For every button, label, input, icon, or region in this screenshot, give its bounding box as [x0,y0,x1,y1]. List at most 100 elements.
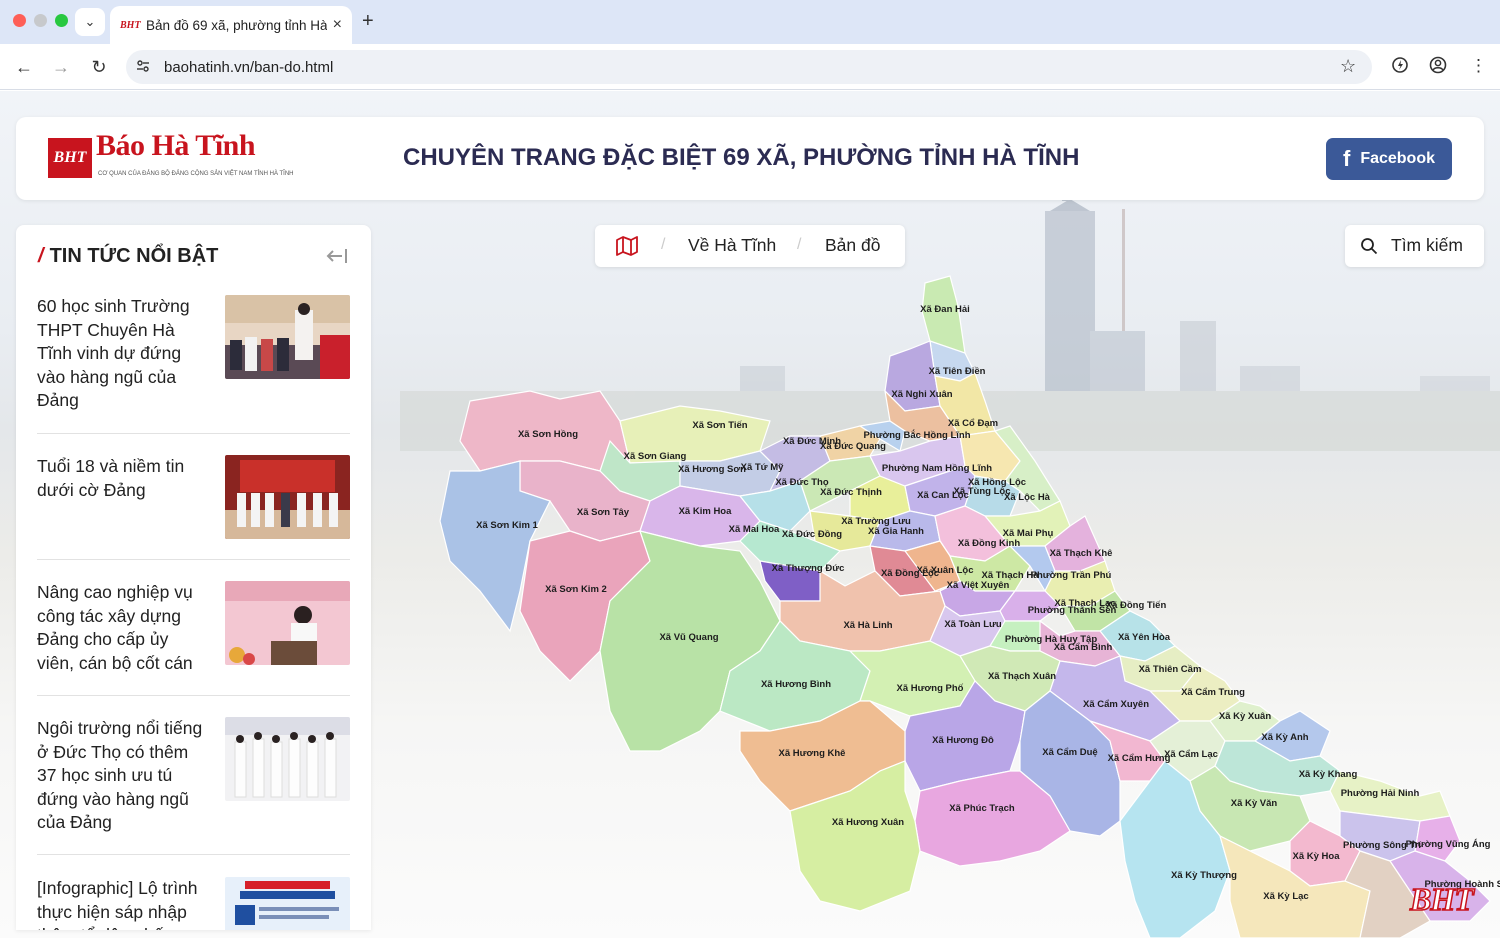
news-item[interactable]: Nâng cao nghiệp vụ công tác xây dựng Đản… [37,581,350,696]
map-region-label[interactable]: Xã Sơn Hồng [518,429,578,440]
map-region-label[interactable]: Xã Hà Linh [843,620,892,631]
map-region-label[interactable]: Xã Tứ Mỹ [741,462,784,473]
map-icon[interactable] [615,236,639,261]
profile-icon[interactable] [1429,56,1447,79]
map-region-label[interactable]: Xã Kỳ Lạc [1263,891,1308,902]
search-button[interactable]: Tìm kiếm [1345,225,1484,267]
site-settings-icon[interactable] [136,59,150,76]
forward-icon[interactable]: → [48,54,74,80]
page-content: Xã Đan Hải Xã Tiên Điền Xã Nghi Xuân Xã Cổ … [0,91,1500,938]
close-window-button[interactable] [13,14,26,27]
map-region-label[interactable]: Xã Sơn Kim 1 [476,520,538,531]
map-region-label[interactable]: Xã Đồng Kinh [958,538,1020,549]
map-region-label[interactable]: Xã Kỳ Thượng [1171,870,1237,881]
maximize-window-button[interactable] [55,14,68,27]
tab-list-icon[interactable]: ⌄ [75,8,105,36]
reload-icon[interactable]: ↻ [86,54,112,80]
site-logo[interactable]: BHT Báo Hà Tĩnh CƠ QUAN CỦA ĐẢNG BỘ ĐẢNG… [48,129,318,183]
map-region-label[interactable]: Xã Yên Hòa [1118,632,1171,643]
map-region-label[interactable]: Phường Trần Phú [1031,570,1112,581]
map-region-label[interactable]: Xã Cẩm Lạc [1164,749,1218,760]
map-region-label[interactable]: Xã Cẩm Bình [1054,642,1113,653]
map-region-label[interactable]: Xã Hương Khê [779,748,846,759]
map-region-label[interactable]: Xã Tùng Lộc [954,486,1011,497]
news-item[interactable]: 60 học sinh Trường THPT Chuyên Hà Tĩnh v… [37,295,350,434]
map-region-label[interactable]: Xã Thạch Khê [1050,548,1113,559]
map-region-label[interactable]: Xã Tiên Điền [929,366,986,377]
map-region-label[interactable]: Xã Việt Xuyên [947,580,1010,591]
bookmark-star-icon[interactable]: ☆ [1340,56,1356,77]
map-region-label[interactable]: Xã Sơn Tiến [692,420,747,431]
map-region-label[interactable]: Xã Toàn Lưu [944,619,1002,630]
extensions-icon[interactable] [1391,56,1409,79]
site-header: BHT Báo Hà Tĩnh CƠ QUAN CỦA ĐẢNG BỘ ĐẢNG… [16,117,1484,200]
news-thumbnail[interactable] [225,877,350,930]
map-region-label[interactable]: Xã Hương Phố [897,683,964,694]
map-region-label[interactable]: Xã Mai Hoa [729,524,780,535]
news-item-title[interactable]: 60 học sinh Trường THPT Chuyên Hà Tĩnh v… [37,295,209,413]
close-icon[interactable]: × [333,16,342,34]
map-region-label[interactable]: Xã Thượng Đức [772,563,845,574]
map-region-label[interactable]: Xã Đồng Tiến [1106,600,1167,611]
map-region-label[interactable]: Xã Kỳ Xuân [1219,711,1271,722]
news-item[interactable]: Tuổi 18 và niềm tin dưới cờ Đảng [37,455,350,560]
news-thumbnail[interactable] [225,295,350,379]
news-item-title[interactable]: Nâng cao nghiệp vụ công tác xây dựng Đản… [37,581,209,675]
map-region-label[interactable]: Xã Sơn Giang [624,451,687,462]
back-icon[interactable]: ← [11,54,37,80]
map-region-label[interactable]: Xã Cẩm Duệ [1042,747,1097,758]
map-region-label[interactable]: Xã Kỳ Anh [1261,732,1308,743]
map-region-label[interactable]: Xã Hương Xuân [832,817,904,828]
map-region-label[interactable]: Xã Nghi Xuân [891,389,952,400]
map-region-label[interactable]: Xã Cẩm Trung [1181,687,1245,698]
map-region-label[interactable]: Xã Kim Hoa [679,506,733,517]
map-region-label[interactable]: Xã Đan Hải [920,304,970,315]
map-region-label[interactable]: Xã Đức Quang [820,441,886,452]
map-region-label[interactable]: Xã Đức Thịnh [820,487,882,498]
map-region-label[interactable]: Xã Hương Đô [932,735,994,746]
map-region-label[interactable]: Xã Thạch Xuân [988,671,1056,682]
map-region-label[interactable]: Xã Xuân Lộc [916,565,973,576]
news-thumbnail[interactable] [225,717,350,801]
map-region-label[interactable]: Xã Lộc Hà [1004,492,1051,503]
map-region-label[interactable]: Phường Hải Ninh [1341,788,1420,799]
map-region-label[interactable]: Xã Hương Sơn [678,464,746,475]
map-region-label[interactable]: Xã Phúc Trạch [949,803,1015,814]
map-region-label[interactable]: Xã Gia Hanh [868,526,924,537]
about-ha-tinh-link[interactable]: Về Hà Tĩnh [688,235,776,256]
map-link[interactable]: Bản đồ [825,235,880,256]
menu-icon[interactable]: ⋮ [1470,56,1487,76]
tab-title: Bản đồ 69 xã, phường tỉnh Hà Tĩnh [146,17,327,33]
map-region-label[interactable]: Xã Thiên Cầm [1139,664,1202,675]
browser-tab[interactable]: BHT Bản đồ 69 xã, phường tỉnh Hà Tĩnh × [110,6,352,44]
map-region-label[interactable]: Phường Nam Hồng Lĩnh [882,463,992,474]
news-item[interactable]: [Infographic] Lộ trình thực hiện sáp nhậ… [37,877,350,930]
map-region-label[interactable]: Xã Kỳ Hoa [1293,851,1341,862]
minimize-window-button[interactable] [34,14,47,27]
news-thumbnail[interactable] [225,581,350,665]
map-region-label[interactable]: Xã Cẩm Xuyên [1083,699,1149,710]
facebook-button[interactable]: f Facebook [1326,138,1452,180]
map-region-label[interactable]: Xã Sơn Tây [577,507,630,518]
address-bar[interactable]: baohatinh.vn/ban-do.html [126,50,1372,84]
map-region-label[interactable]: Xã Cổ Đạm [948,418,998,429]
collapse-panel-icon[interactable] [326,245,348,271]
news-item-title[interactable]: Tuổi 18 và niềm tin dưới cờ Đảng [37,455,209,502]
news-thumbnail[interactable] [225,455,350,539]
map-region-label[interactable]: Xã Cẩm Hưng [1108,753,1171,764]
map-region-label[interactable]: Phường Vũng Áng [1406,839,1491,850]
news-item-title[interactable]: Ngôi trường nổi tiếng ở Đức Thọ có thêm … [37,717,209,835]
facebook-icon: f [1342,146,1351,171]
map-region-label[interactable]: Xã Vũ Quang [659,632,718,643]
map-region-label[interactable]: Xã Kỳ Khang [1299,769,1358,780]
map-region-label[interactable]: Xã Kỳ Văn [1231,798,1278,809]
map-region-label[interactable]: Phường Bắc Hồng Lĩnh [863,429,970,441]
map-region-label[interactable]: Phường Thành Sen [1028,605,1117,616]
news-panel-title: / TIN TỨC NỔI BẬT [38,245,218,268]
news-item[interactable]: Ngôi trường nổi tiếng ở Đức Thọ có thêm … [37,717,350,855]
map-region-label[interactable]: Xã Sơn Kim 2 [545,584,607,595]
map-region-label[interactable]: Xã Đức Đồng [782,529,842,540]
new-tab-icon[interactable]: + [362,10,374,33]
news-item-title[interactable]: [Infographic] Lộ trình thực hiện sáp nhậ… [37,877,209,930]
map-region-label[interactable]: Xã Hương Bình [761,679,831,690]
